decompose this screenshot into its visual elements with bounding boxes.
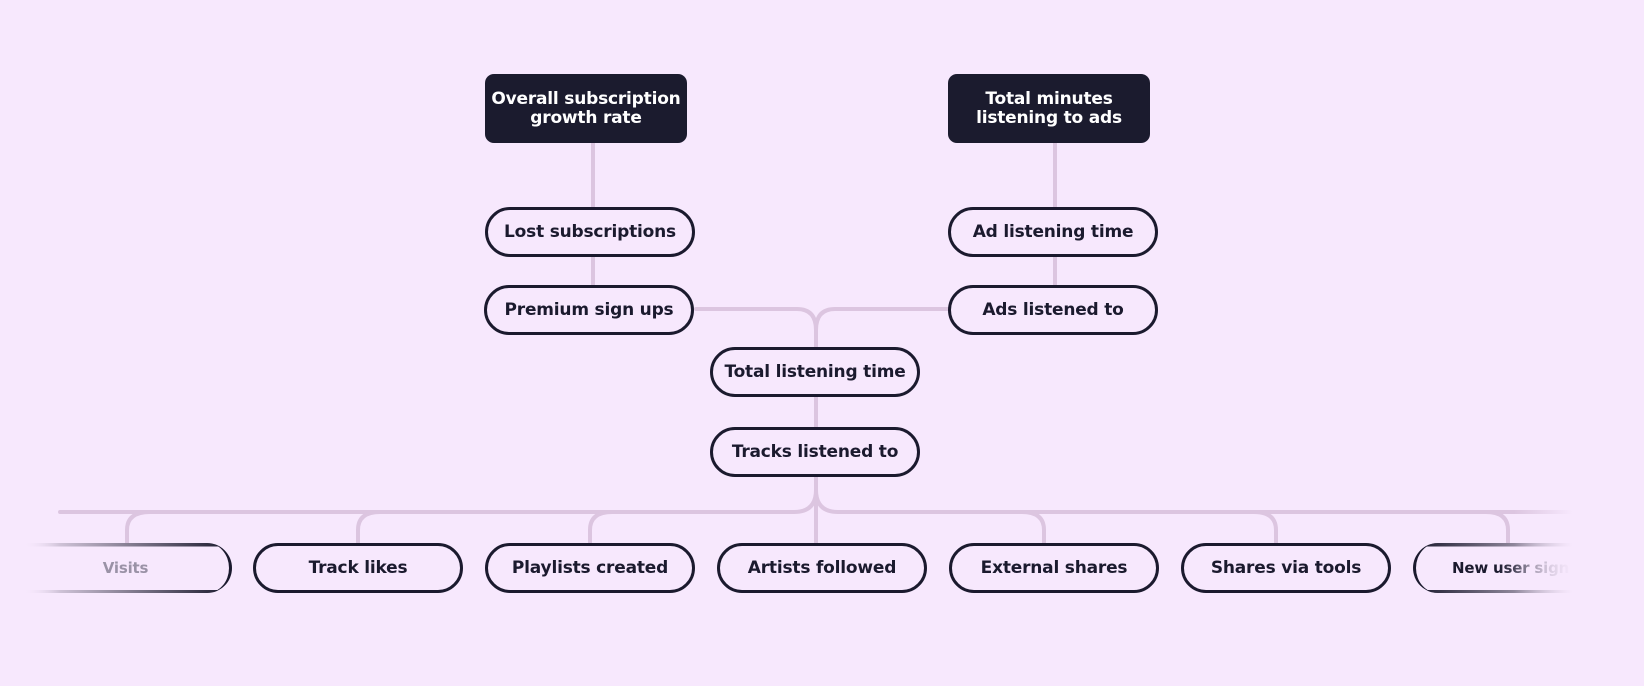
node-label: Premium sign ups (504, 300, 674, 320)
connector-drop-track-likes (356, 510, 382, 547)
node-label: Total minutes listening to ads (976, 88, 1122, 128)
node-label: Shares via tools (1210, 558, 1362, 578)
node-label: New user sign ups (1452, 559, 1604, 577)
connector-drop-playlists (588, 510, 614, 547)
node-lost-subscriptions[interactable]: Lost subscriptions (485, 207, 695, 257)
node-ad-listening-time[interactable]: Ad listening time (948, 207, 1158, 257)
node-label: Track likes (308, 558, 408, 578)
node-premium-sign-ups[interactable]: Premium sign ups (484, 285, 694, 335)
connector-bus-left (58, 488, 818, 514)
metric-tree-diagram: Overall subscription growth rate Total m… (0, 0, 1644, 682)
node-label: Overall subscription growth rate (491, 88, 681, 128)
node-track-likes[interactable]: Track likes (253, 543, 463, 593)
connector-ads-to-total (814, 307, 951, 332)
node-label: Visits (102, 559, 149, 577)
node-total-listening-time[interactable]: Total listening time (710, 347, 920, 397)
node-label: Tracks listened to (731, 442, 899, 462)
node-total-minutes-listening-to-ads[interactable]: Total minutes listening to ads (948, 74, 1150, 143)
node-shares-via-tools[interactable]: Shares via tools (1181, 543, 1391, 593)
node-overall-subscription-growth-rate[interactable]: Overall subscription growth rate (485, 74, 687, 143)
connector-premium-to-total (694, 307, 818, 350)
node-label: External shares (980, 558, 1128, 578)
node-label: Artists followed (747, 558, 897, 578)
node-tracks-listened-to[interactable]: Tracks listened to (710, 427, 920, 477)
connector-drop-external (1020, 510, 1046, 547)
node-label: Lost subscriptions (504, 222, 676, 242)
node-label: Total listening time (724, 362, 906, 382)
node-playlists-created[interactable]: Playlists created (485, 543, 695, 593)
node-label: Ad listening time (972, 222, 1134, 242)
node-new-user-sign-ups[interactable]: New user sign ups (1413, 543, 1604, 593)
node-label: Ads listened to (982, 300, 1124, 320)
node-external-shares[interactable]: External shares (949, 543, 1159, 593)
connector-drop-visits (125, 510, 152, 547)
connector-drop-shares-tools (1252, 510, 1278, 547)
node-artists-followed[interactable]: Artists followed (717, 543, 927, 593)
connector-bus-right (814, 488, 1592, 514)
node-label: Playlists created (511, 558, 669, 578)
node-ads-listened-to[interactable]: Ads listened to (948, 285, 1158, 335)
node-visits[interactable]: Visits (22, 543, 232, 593)
connector-drop-new-users (1484, 510, 1510, 547)
